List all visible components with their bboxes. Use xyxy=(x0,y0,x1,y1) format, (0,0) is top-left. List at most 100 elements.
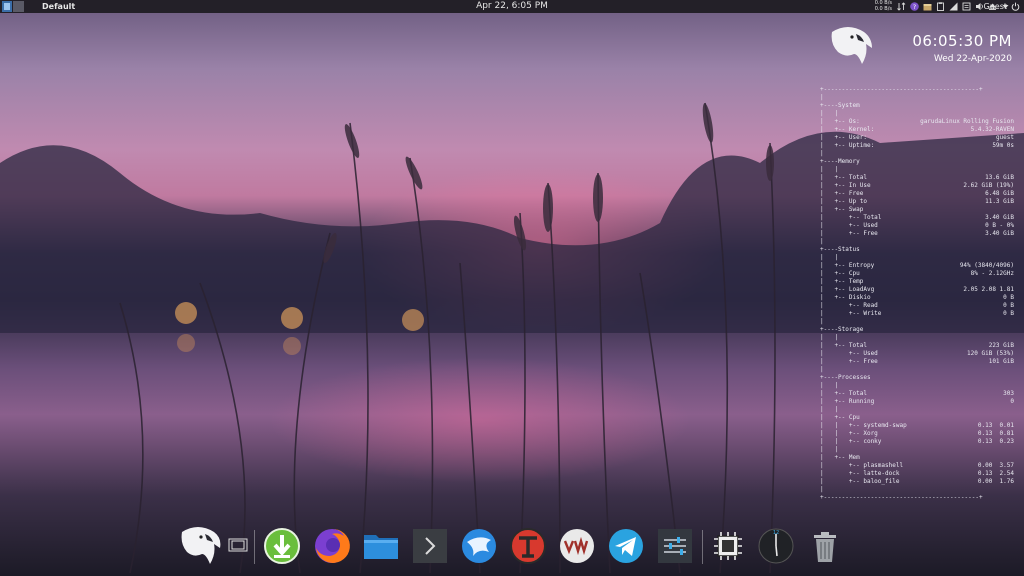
conky-row-label: +---------------------------------------… xyxy=(820,86,983,93)
conky-row: | +-- latte-dock 0.13 2.54 xyxy=(820,470,1014,478)
conky-row: | +-- Uptime: 59m 0s xyxy=(820,142,1014,150)
settings-sliders-icon[interactable] xyxy=(655,526,695,566)
conky-row: | | xyxy=(820,446,1014,454)
clipboard-icon[interactable] xyxy=(936,2,945,11)
conky-row-label: | | +-- conky xyxy=(820,438,882,445)
conky-row-value: 59m 0s xyxy=(992,142,1014,149)
arrows-updown-icon[interactable] xyxy=(897,2,906,11)
conky-row-label: | +-- Total xyxy=(820,342,867,349)
conky-row: | xyxy=(820,238,1014,246)
help-icon[interactable]: ? xyxy=(910,2,919,11)
conky-row: | | xyxy=(820,110,1014,118)
conky-row: +----Memory xyxy=(820,158,1014,166)
conky-row-label: | +-- Mem xyxy=(820,454,860,461)
garuda-assistant-icon[interactable] xyxy=(459,526,499,566)
conky-row-label: | +-- LoadAvg xyxy=(820,286,875,293)
conky-row: | xyxy=(820,318,1014,326)
conky-row: | | xyxy=(820,166,1014,174)
conky-row-value: 0 B xyxy=(1003,310,1014,317)
conky-row-value: 0.13 0.81 xyxy=(977,430,1014,437)
firefox-icon[interactable] xyxy=(312,526,352,566)
conky-row-label: | | xyxy=(820,334,839,341)
conky-row-label: | +-- Free xyxy=(820,190,864,197)
conky-row: | xyxy=(820,366,1014,374)
conky-row-value: 2.62 GiB (19%) xyxy=(963,182,1014,189)
conky-row-value: 0 B xyxy=(1003,294,1014,301)
downloader-icon[interactable] xyxy=(262,526,302,566)
conky-row-value: 11.3 GiB xyxy=(985,198,1014,205)
net-up-speed: 0.0 B/s xyxy=(874,6,892,12)
conky-row: | +-- plasmashell 0.00 3.57 xyxy=(820,462,1014,470)
conky-row-label: +----Processes xyxy=(820,374,871,381)
conky-row: | +-- Used 120 GiB (53%) xyxy=(820,350,1014,358)
conky-row: | | +-- conky 0.13 0.23 xyxy=(820,438,1014,446)
conky-row-label: +---------------------------------------… xyxy=(820,494,983,501)
conky-row: | +-- Cpu 8% - 2.12GHz xyxy=(820,270,1014,278)
conky-row-value: 303 xyxy=(1003,390,1014,397)
conky-row-label: +----Status xyxy=(820,246,860,253)
conky-row: | | xyxy=(820,334,1014,342)
conky-row-label: | xyxy=(820,94,824,101)
package-update-icon[interactable] xyxy=(923,2,932,11)
conky-row-label: | | xyxy=(820,166,839,173)
conky-row-value: garudaLinux Rolling Fusion xyxy=(920,118,1014,125)
conky-row: | +-- User: guest xyxy=(820,134,1014,142)
virt-manager-icon[interactable] xyxy=(557,526,597,566)
conky-row-label: | +-- plasmashell xyxy=(820,462,904,469)
sticky-note-icon[interactable] xyxy=(962,2,971,11)
conky-row: +----Status xyxy=(820,246,1014,254)
conky-row-value: 3.40 GiB xyxy=(985,230,1014,237)
conky-row-label: | xyxy=(820,318,824,325)
conky-row: | +-- In Use 2.62 GiB (19%) xyxy=(820,182,1014,190)
conky-row: | +-- Kernel: 5.4.32-RAVEN xyxy=(820,126,1014,134)
conky-row-label: | | xyxy=(820,382,839,389)
svg-text:12: 12 xyxy=(773,530,779,536)
conky-row: | xyxy=(820,486,1014,494)
conky-row: | xyxy=(820,150,1014,158)
conky-system-monitor: +---------------------------------------… xyxy=(820,86,1014,502)
conky-row: +----Storage xyxy=(820,326,1014,334)
conky-row: | +-- Mem xyxy=(820,454,1014,462)
conky-row-label: | +-- Read xyxy=(820,302,878,309)
conky-row: | +-- Entropy 94% (3840/4096) xyxy=(820,262,1014,270)
network-icon[interactable] xyxy=(949,2,958,11)
conky-row-value: 120 GiB (53%) xyxy=(967,350,1014,357)
conky-row-label: | +-- Total xyxy=(820,174,867,181)
analog-clock-icon[interactable]: 12 xyxy=(756,526,796,566)
telegram-icon[interactable] xyxy=(606,526,646,566)
conky-row: +---------------------------------------… xyxy=(820,86,1014,94)
power-icon[interactable] xyxy=(1011,2,1020,11)
file-manager-icon[interactable] xyxy=(361,526,401,566)
conky-row: | +-- Read 0 B xyxy=(820,302,1014,310)
conky-row: | | xyxy=(820,382,1014,390)
conky-row-label: | +-- Used xyxy=(820,350,878,357)
conky-row-value: 8% - 2.12GHz xyxy=(970,270,1014,277)
virtual-desktops-icon[interactable] xyxy=(228,537,248,553)
conky-row-label: | +-- In Use xyxy=(820,182,871,189)
conky-row: | xyxy=(820,94,1014,102)
conky-row: | +-- Temp xyxy=(820,278,1014,286)
network-speed: 0.0 B/s 0.0 B/s xyxy=(856,0,892,12)
user-switcher[interactable]: Guest xyxy=(984,0,1008,13)
conky-row-label: | +-- Running xyxy=(820,398,875,405)
garuda-menu-icon[interactable] xyxy=(178,524,222,568)
terminal-icon[interactable] xyxy=(410,526,450,566)
conky-row-value: 0.00 1.76 xyxy=(977,478,1014,485)
system-monitor-icon[interactable] xyxy=(708,526,748,566)
conky-row: | +-- Cpu xyxy=(820,414,1014,422)
latte-dock: 12 xyxy=(0,520,1024,572)
conky-row: | | +-- systemd-swap 0.13 0.01 xyxy=(820,422,1014,430)
conky-row: | +-- Swap xyxy=(820,206,1014,214)
conky-row-value: 0 B xyxy=(1003,302,1014,309)
conky-row: | +-- baloo_file 0.00 1.76 xyxy=(820,478,1014,486)
conky-row: | +-- Free 6.48 GiB xyxy=(820,190,1014,198)
conky-row-label: | +-- Free xyxy=(820,230,878,237)
conky-row-label: | | xyxy=(820,110,839,117)
conky-row: | +-- Used 0 B - 0% xyxy=(820,222,1014,230)
conky-row: | +-- Total 13.6 GiB xyxy=(820,174,1014,182)
conky-row-label: | | +-- systemd-swap xyxy=(820,422,907,429)
trash-icon[interactable] xyxy=(805,526,845,566)
font-app-icon[interactable] xyxy=(508,526,548,566)
conky-row: | +-- Write 0 B xyxy=(820,310,1014,318)
conky-row-value: 6.48 GiB xyxy=(985,190,1014,197)
